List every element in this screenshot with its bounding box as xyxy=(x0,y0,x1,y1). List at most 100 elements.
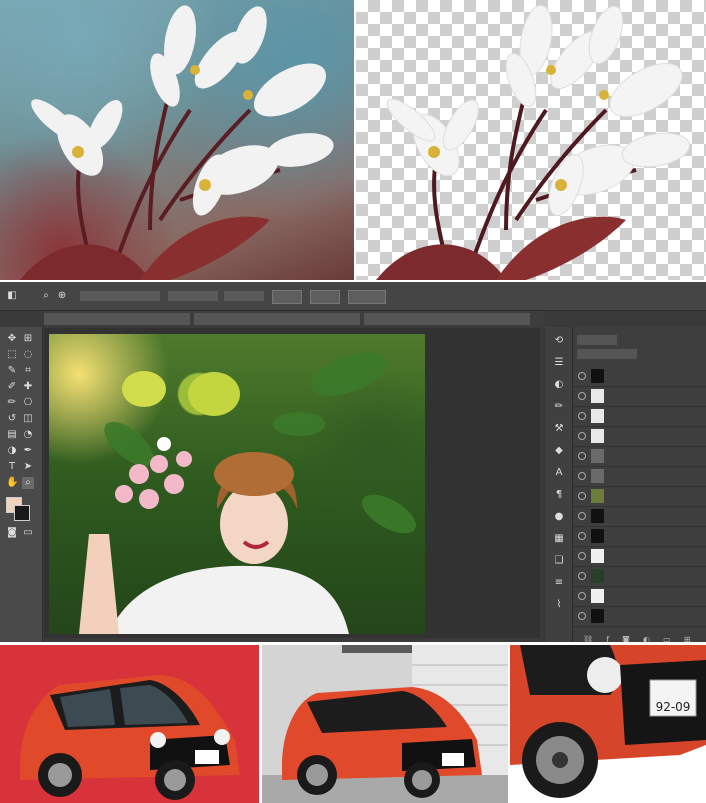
character-panel-icon[interactable]: A xyxy=(553,467,565,479)
layer-row[interactable] xyxy=(573,587,706,607)
document-tab-2[interactable] xyxy=(194,313,360,325)
paths-panel-icon[interactable]: ⌇ xyxy=(553,599,565,611)
brush-tool-icon[interactable]: ✏ xyxy=(6,397,18,409)
visibility-eye-icon[interactable] xyxy=(578,492,586,500)
layer-filter-field[interactable] xyxy=(577,335,617,345)
mask-icon[interactable]: ◙ xyxy=(622,635,630,642)
brush-panel-icon[interactable]: ✏ xyxy=(553,401,565,413)
eraser-tool-icon[interactable]: ◫ xyxy=(22,413,34,425)
zoom-tool-icon[interactable]: ⌕ xyxy=(40,290,52,302)
hand-tool-icon[interactable]: ✋ xyxy=(6,477,18,489)
layer-row[interactable] xyxy=(573,567,706,587)
tools-panel: ✥ ⊞ ⬚ ◌ ✎ ⌗ ✐ ✚ ✏ ⎔ ↺ ◫ ▤ ◔ ◑ ✒ T ➤ ✋ ⌕ … xyxy=(0,327,43,642)
marquee-tool-icon[interactable]: ⬚ xyxy=(6,349,18,361)
layer-row[interactable] xyxy=(573,547,706,567)
car-illustration-street xyxy=(262,645,508,803)
document-tab-1[interactable] xyxy=(44,313,190,325)
option-field-1[interactable] xyxy=(80,291,160,301)
fx-icon[interactable]: ƒ xyxy=(606,635,609,642)
paragraph-panel-icon[interactable]: ¶ xyxy=(553,489,565,501)
panel-icons-strip: ⟲ ☰ ◐ ✏ ⚒ ◆ A ¶ ● ▦ ❏ ≡ ⌇ xyxy=(546,327,573,642)
visibility-eye-icon[interactable] xyxy=(578,512,586,520)
layer-row[interactable] xyxy=(573,387,706,407)
option-button-2[interactable] xyxy=(310,290,340,304)
visibility-eye-icon[interactable] xyxy=(578,552,586,560)
layer-thumbnail xyxy=(591,569,604,583)
visibility-eye-icon[interactable] xyxy=(578,572,586,580)
visibility-eye-icon[interactable] xyxy=(578,432,586,440)
adjustments-panel-icon[interactable]: ◐ xyxy=(553,379,565,391)
layer-thumbnail xyxy=(591,549,604,563)
blend-mode-select[interactable] xyxy=(577,349,637,359)
document-tabs xyxy=(44,311,544,327)
portrait-illustration xyxy=(79,352,416,634)
visibility-eye-icon[interactable] xyxy=(578,372,586,380)
visibility-eye-icon[interactable] xyxy=(578,412,586,420)
layer-thumbnail xyxy=(591,589,604,603)
color-panel-icon[interactable]: ● xyxy=(553,511,565,523)
new-layer-icon[interactable]: ⊞ xyxy=(684,635,691,642)
history-brush-icon[interactable]: ↺ xyxy=(6,413,18,425)
visibility-eye-icon[interactable] xyxy=(578,592,586,600)
healing-tool-icon[interactable]: ✚ xyxy=(22,381,34,393)
eyedropper-tool-icon[interactable]: ✐ xyxy=(6,381,18,393)
visibility-eye-icon[interactable] xyxy=(578,392,586,400)
layers-panel: ⛓ ƒ ◙ ◐ ▭ ⊞ 🗑 xyxy=(573,327,706,642)
gradient-tool-icon[interactable]: ▤ xyxy=(6,429,18,441)
document-tab-3[interactable] xyxy=(364,313,530,325)
background-color-swatch[interactable] xyxy=(14,505,30,521)
tool-presets-icon[interactable]: ⚒ xyxy=(553,423,565,435)
car-illustration-closeup: 92-09 xyxy=(510,645,706,798)
quick-mask-icon[interactable]: ◙ xyxy=(6,527,18,539)
layer-row[interactable] xyxy=(573,487,706,507)
quick-select-tool-icon[interactable]: ✎ xyxy=(6,365,18,377)
canvas-image[interactable] xyxy=(49,334,425,634)
layer-row[interactable] xyxy=(573,427,706,447)
zoom-tool-panel-icon[interactable]: ⌕ xyxy=(22,477,34,489)
canvas-area[interactable] xyxy=(44,328,540,638)
swatches-panel-icon[interactable]: ▦ xyxy=(553,533,565,545)
stamp-tool-icon[interactable]: ⎔ xyxy=(22,397,34,409)
styles-panel-icon[interactable]: ◆ xyxy=(553,445,565,457)
visibility-eye-icon[interactable] xyxy=(578,452,586,460)
screen-mode-icon[interactable]: ▭ xyxy=(22,527,34,539)
crop-tool-icon[interactable]: ⌗ xyxy=(22,365,34,377)
move-tool-icon[interactable]: ✥ xyxy=(6,333,18,345)
layer-row[interactable] xyxy=(573,407,706,427)
option-button-3[interactable] xyxy=(348,290,386,304)
option-field-3[interactable] xyxy=(224,291,264,301)
layer-thumbnail xyxy=(591,529,604,543)
visibility-eye-icon[interactable] xyxy=(578,532,586,540)
properties-panel-icon[interactable]: ☰ xyxy=(553,357,565,369)
link-layers-icon[interactable]: ⛓ xyxy=(583,635,593,642)
lasso-tool-icon[interactable]: ◌ xyxy=(22,349,34,361)
layer-thumbnail xyxy=(591,509,604,523)
layer-row[interactable] xyxy=(573,507,706,527)
dodge-tool-icon[interactable]: ◑ xyxy=(6,445,18,457)
history-panel-icon[interactable]: ⟲ xyxy=(553,335,565,347)
car-on-red-background xyxy=(0,645,259,803)
artboard-tool-icon[interactable]: ⊞ xyxy=(22,333,34,345)
option-field-2[interactable] xyxy=(168,291,218,301)
layer-row[interactable] xyxy=(573,367,706,387)
path-select-tool-icon[interactable]: ➤ xyxy=(22,461,34,473)
layer-row[interactable] xyxy=(573,467,706,487)
layer-row[interactable] xyxy=(573,447,706,467)
layer-thumbnail xyxy=(591,489,604,503)
flower-cutout-illustration xyxy=(376,4,691,280)
layer-thumbnail xyxy=(591,389,604,403)
car-closeup-cutout: 92-09 xyxy=(510,645,706,803)
zoom-in-icon[interactable]: ⊕ xyxy=(56,290,68,302)
blur-tool-icon[interactable]: ◔ xyxy=(22,429,34,441)
type-tool-icon[interactable]: T xyxy=(6,461,18,473)
layer-row[interactable] xyxy=(573,607,706,627)
pen-tool-icon[interactable]: ✒ xyxy=(22,445,34,457)
option-button-1[interactable] xyxy=(272,290,302,304)
adjustment-layer-icon[interactable]: ◐ xyxy=(643,635,650,642)
layers-panel-icon[interactable]: ❏ xyxy=(553,555,565,567)
visibility-eye-icon[interactable] xyxy=(578,472,586,480)
visibility-eye-icon[interactable] xyxy=(578,612,586,620)
layer-row[interactable] xyxy=(573,527,706,547)
channels-panel-icon[interactable]: ≡ xyxy=(553,577,565,589)
group-icon[interactable]: ▭ xyxy=(663,635,671,642)
